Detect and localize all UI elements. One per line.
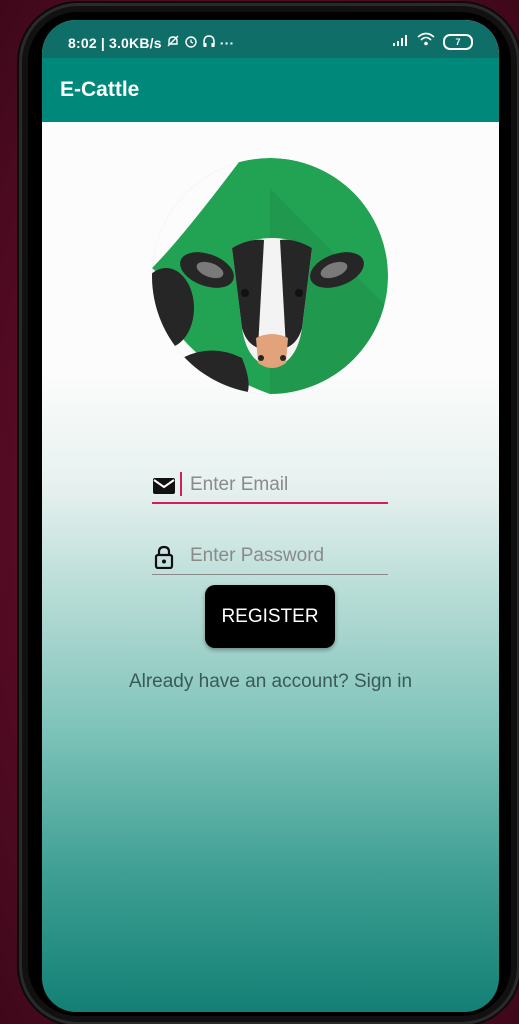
password-field[interactable]	[152, 539, 388, 579]
more-notifications-icon: ···	[219, 34, 235, 51]
register-button[interactable]: REGISTER	[205, 585, 335, 648]
notification-muted-icon	[166, 34, 180, 51]
signin-link[interactable]: Already have an account? Sign in	[42, 671, 499, 693]
email-field[interactable]	[152, 468, 388, 508]
status-bar: 8:02 | 3.0KB/s ··· 7	[42, 20, 499, 58]
signal-icon	[393, 33, 409, 51]
app-title: E-Cattle	[60, 78, 140, 101]
network-speed: 3.0KB/s	[108, 34, 162, 51]
status-left: 8:02 | 3.0KB/s ···	[68, 34, 235, 51]
password-underline	[152, 574, 388, 575]
cattle-logo	[152, 158, 388, 394]
text-cursor	[180, 472, 182, 496]
battery-indicator: 7	[443, 33, 473, 50]
app-screen: 8:02 | 3.0KB/s ··· 7 E-Cattle Enter Emai…	[42, 20, 499, 1012]
status-time: 8:02	[68, 34, 97, 51]
wifi-icon	[417, 32, 435, 51]
alarm-icon	[184, 34, 198, 51]
app-bar: E-Cattle	[42, 58, 499, 122]
email-input[interactable]	[190, 470, 386, 500]
lock-icon	[152, 545, 176, 570]
headphones-icon	[202, 34, 216, 51]
mail-icon	[152, 474, 176, 498]
email-underline	[152, 502, 388, 504]
status-right: 7	[393, 32, 473, 51]
password-input[interactable]	[190, 541, 386, 571]
